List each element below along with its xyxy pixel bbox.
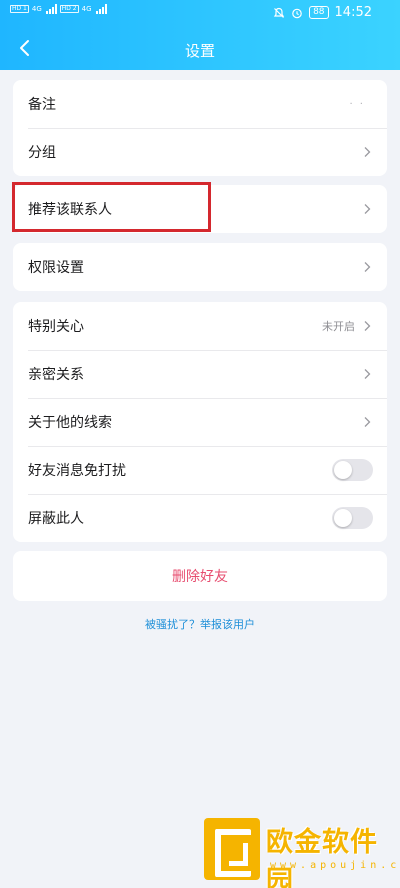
chevron-right-icon: [364, 417, 371, 427]
chevron-right-icon: [364, 321, 371, 331]
block-toggle[interactable]: [332, 507, 373, 529]
status-bar-left: HD 1 4G HD 2 4G: [10, 4, 107, 14]
mute-bell-icon: [273, 7, 285, 18]
remark-value: · ·: [349, 98, 365, 110]
battery-indicator: 88: [309, 6, 329, 19]
report-user-link[interactable]: 被骚扰了？举报该用户: [0, 616, 400, 632]
signal2-icon: [95, 4, 107, 14]
sim1-badge: HD 1: [10, 5, 29, 13]
alarm-icon: [292, 8, 302, 18]
watermark-title: 欧金软件园: [266, 827, 378, 888]
clock: 14:52: [334, 5, 372, 20]
status-bar: HD 1 4G HD 2 4G 88 14:52: [0, 0, 400, 28]
watermark: 欧金软件园 www.apoujin.com: [204, 818, 400, 888]
mute-toggle[interactable]: [332, 459, 373, 481]
status-bar-right: 88 14:52: [273, 5, 372, 20]
row-block-user: 屏蔽此人: [13, 494, 387, 542]
row-group[interactable]: 分组: [13, 128, 387, 176]
row-special-care-label: 特别关心: [28, 319, 84, 335]
card-basic: 备注 · · 分组: [13, 80, 387, 176]
highlight-annotation: [12, 182, 211, 232]
delete-friend-label: 删除好友: [172, 569, 228, 585]
network-label: 4G: [31, 5, 42, 13]
row-remark-label: 备注: [28, 97, 56, 113]
card-permission: 权限设置: [13, 243, 387, 291]
toggle-knob: [334, 509, 352, 527]
signal-icon: [45, 4, 57, 14]
special-care-status: 未开启: [322, 320, 355, 333]
row-permission-label: 权限设置: [28, 260, 84, 276]
card-relationship: 特别关心 未开启 亲密关系 关于他的线索 好友消息免打扰 屏蔽此人: [13, 302, 387, 542]
row-block-label: 屏蔽此人: [28, 511, 84, 527]
toggle-knob: [334, 461, 352, 479]
delete-friend-button[interactable]: 删除好友: [13, 551, 387, 601]
nav-bar: 设置: [0, 28, 400, 70]
row-special-care[interactable]: 特别关心 未开启: [13, 302, 387, 350]
chevron-right-icon: [364, 262, 371, 272]
row-permission-settings[interactable]: 权限设置: [13, 243, 387, 291]
sim2-badge: HD 2: [59, 5, 79, 13]
row-clues[interactable]: 关于他的线索: [13, 398, 387, 446]
row-remark[interactable]: 备注 · ·: [13, 80, 387, 128]
watermark-url: www.apoujin.com: [270, 860, 400, 871]
row-intimacy[interactable]: 亲密关系: [13, 350, 387, 398]
watermark-logo-icon: [204, 818, 260, 880]
row-intimacy-label: 亲密关系: [28, 367, 84, 383]
chevron-right-icon: [364, 204, 371, 214]
network2-label: 4G: [81, 5, 92, 13]
row-mute-messages: 好友消息免打扰: [13, 446, 387, 494]
row-clues-label: 关于他的线索: [28, 415, 112, 431]
header-bar: HD 1 4G HD 2 4G 88 14:52 设置: [0, 0, 400, 70]
row-mute-label: 好友消息免打扰: [28, 463, 126, 479]
chevron-right-icon: [364, 147, 371, 157]
chevron-right-icon: [364, 369, 371, 379]
page-title: 设置: [184, 42, 215, 60]
row-group-label: 分组: [28, 145, 56, 161]
